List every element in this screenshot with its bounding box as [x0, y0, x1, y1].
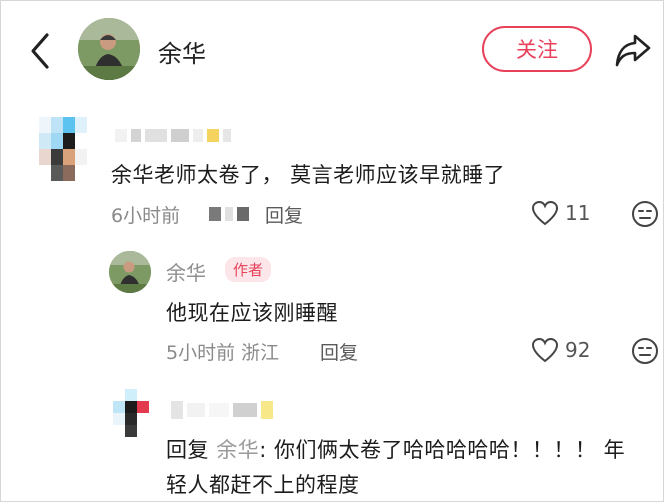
- reply2-name-redacted[interactable]: [171, 401, 273, 419]
- like-button[interactable]: 11: [531, 200, 590, 226]
- reply-button[interactable]: 回复: [320, 338, 358, 365]
- heart-icon: [531, 200, 559, 226]
- reply-author-name[interactable]: 余华: [166, 257, 206, 286]
- reply-time-value: 5小时前: [166, 342, 236, 364]
- commenter-avatar[interactable]: [39, 117, 87, 181]
- emoji-icon: [632, 338, 658, 364]
- comment-text: 余华老师太卷了， 莫言老师应该早就睡了: [111, 163, 506, 187]
- share-icon: [615, 34, 651, 67]
- like-count: 11: [565, 201, 591, 225]
- author-avatar[interactable]: [78, 18, 140, 80]
- emoji-icon: [632, 201, 658, 227]
- author-badge: 作者: [225, 257, 272, 282]
- emoji-button[interactable]: [631, 337, 659, 365]
- reply2-text: 回复 余华: 你们俩太卷了哈哈哈哈哈！！！！ 年 轻人都赶不上的程度: [166, 433, 656, 501]
- share-button[interactable]: [613, 30, 653, 70]
- reply-like-button[interactable]: 92: [531, 337, 590, 363]
- reply-author-photo: [109, 251, 151, 293]
- commenter-name-redacted[interactable]: [115, 129, 231, 142]
- heart-icon: [531, 337, 559, 363]
- reply2-target[interactable]: 余华: [216, 438, 259, 462]
- reply-author-avatar[interactable]: [109, 251, 151, 293]
- comment-time: 6小时前: [111, 205, 181, 227]
- reply2-line1: : 你们俩太卷了哈哈哈哈哈！！！！ 年: [259, 438, 626, 462]
- back-button[interactable]: [27, 31, 57, 71]
- reply2-avatar[interactable]: [113, 389, 161, 437]
- author-photo: [78, 18, 140, 80]
- reply-location: 浙江: [241, 342, 280, 364]
- reply-text: 他现在应该刚睡醒: [166, 301, 338, 325]
- reply-button[interactable]: 回复: [265, 201, 303, 228]
- reply2-line2: 轻人都赶不上的程度: [166, 473, 360, 497]
- emoji-button[interactable]: [631, 200, 659, 228]
- comment-page: 余华 关注 余华老师太卷了， 莫言老师应该早就睡了 6小时前 回复 11 余华 …: [0, 0, 664, 502]
- comment-location-redacted: [209, 207, 249, 221]
- header-title[interactable]: 余华: [158, 34, 206, 69]
- follow-button[interactable]: 关注: [482, 26, 592, 72]
- reply-like-count: 92: [565, 338, 591, 362]
- reply2-prefix: 回复: [166, 438, 209, 462]
- back-icon: [31, 33, 49, 69]
- reply-time: 5小时前 浙江: [166, 338, 279, 365]
